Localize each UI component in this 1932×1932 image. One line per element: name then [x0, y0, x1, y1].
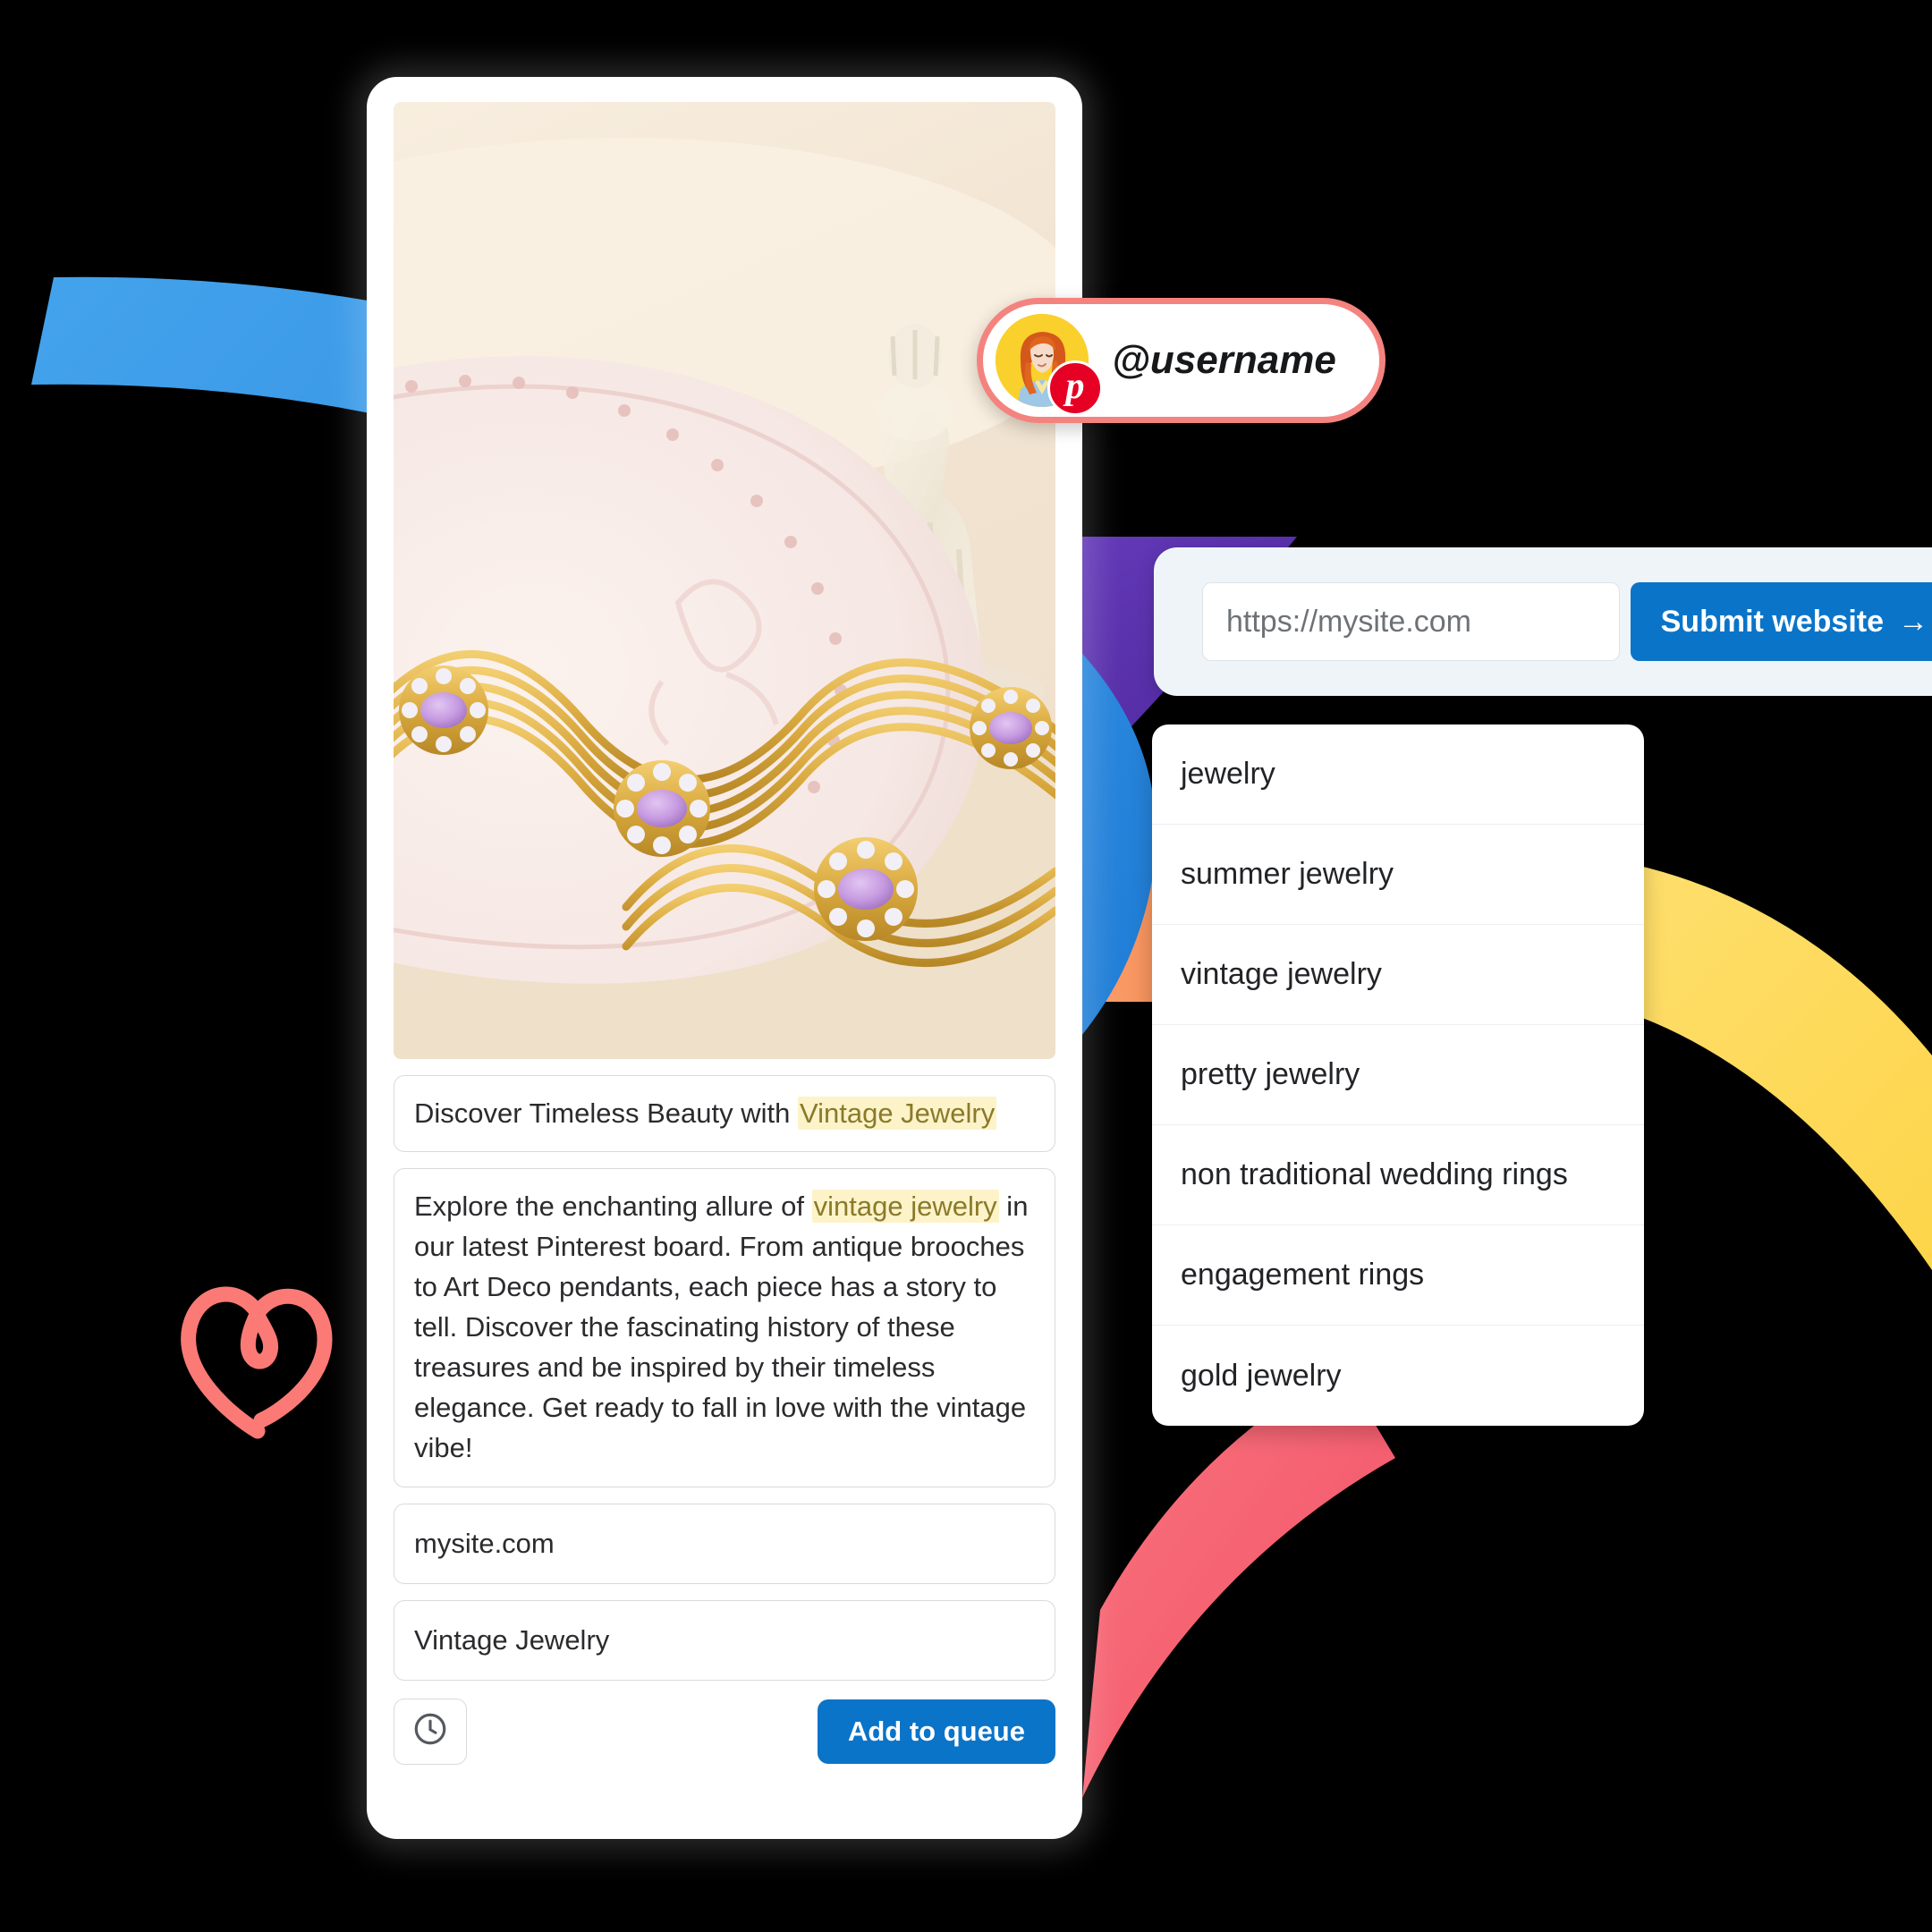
pin-composer-card: Discover Timeless Beauty with Vintage Je…: [367, 77, 1082, 1839]
keyword-item[interactable]: jewelry: [1152, 724, 1644, 825]
submit-website-button[interactable]: Submit website →: [1630, 582, 1932, 661]
keyword-item[interactable]: non traditional wedding rings: [1152, 1125, 1644, 1225]
pinterest-logo-icon: p: [1047, 360, 1103, 416]
website-url-input[interactable]: https://mysite.com: [1202, 582, 1620, 661]
pin-title-field[interactable]: Discover Timeless Beauty with Vintage Je…: [394, 1075, 1055, 1153]
pin-desc-plain-before: Explore the enchanting allure of: [414, 1191, 812, 1223]
pin-title-plain: Discover Timeless Beauty with: [414, 1097, 798, 1129]
keyword-item[interactable]: vintage jewelry: [1152, 925, 1644, 1025]
heart-doodle-svg: [181, 1286, 333, 1439]
pin-destination-url-field[interactable]: mysite.com: [394, 1503, 1055, 1584]
keyword-item[interactable]: engagement rings: [1152, 1225, 1644, 1326]
submit-website-label: Submit website: [1660, 604, 1884, 639]
pin-desc-highlight: vintage jewelry: [811, 1190, 999, 1224]
pin-image[interactable]: [394, 102, 1055, 1059]
username-label: @username: [1112, 338, 1336, 382]
add-to-queue-button[interactable]: Add to queue: [817, 1699, 1055, 1764]
pin-description-field[interactable]: Explore the enchanting allure of vintage…: [394, 1168, 1055, 1487]
keyword-item[interactable]: summer jewelry: [1152, 825, 1644, 925]
pin-board-field[interactable]: Vintage Jewelry: [394, 1599, 1055, 1681]
pin-title-highlight: Vintage Jewelry: [797, 1097, 997, 1130]
pin-image-svg: [394, 102, 1055, 1059]
schedule-button[interactable]: [394, 1698, 467, 1765]
keyword-item[interactable]: pretty jewelry: [1152, 1025, 1644, 1125]
username-badge[interactable]: p @username: [977, 298, 1385, 423]
website-submit-panel: https://mysite.com Submit website →: [1154, 547, 1932, 696]
screenshot-stage: Discover Timeless Beauty with Vintage Je…: [0, 0, 1932, 1932]
arrow-right-icon: →: [1898, 604, 1928, 639]
pin-actions-row: Add to queue: [394, 1698, 1055, 1765]
avatar: p: [996, 314, 1103, 416]
clock-icon: [411, 1710, 449, 1752]
pin-desc-plain-after: in our latest Pinterest board. From anti…: [414, 1191, 1029, 1463]
ribbon-pink: [1082, 1368, 1395, 1798]
keyword-item[interactable]: gold jewelry: [1152, 1326, 1644, 1426]
heart-doodle-icon: [175, 1274, 336, 1444]
keyword-suggestions-panel: jewelry summer jewelry vintage jewelry p…: [1152, 724, 1644, 1426]
